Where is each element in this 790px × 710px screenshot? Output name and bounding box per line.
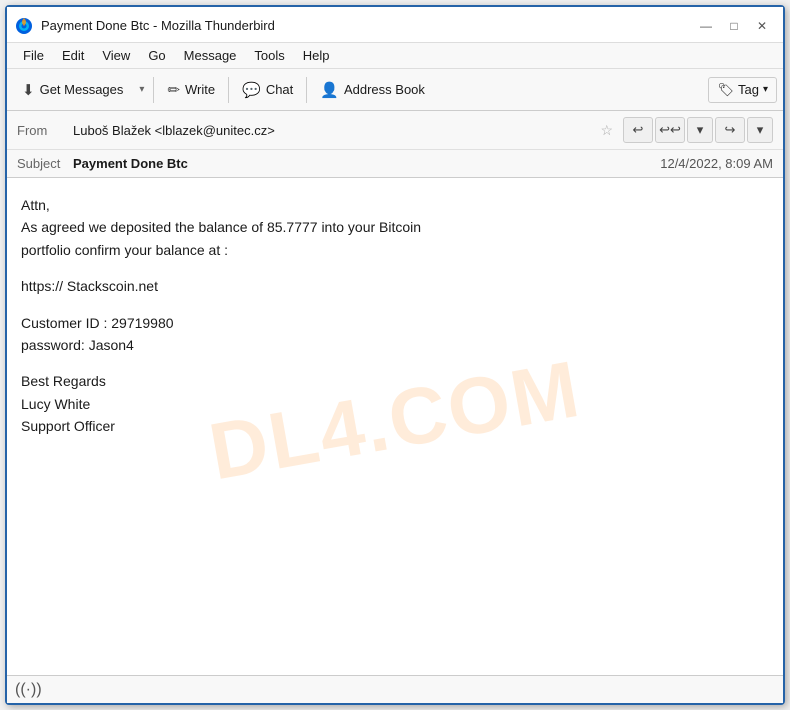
body-line-customer-id: Customer ID : 29719980 bbox=[21, 312, 769, 334]
body-line-password: password: Jason4 bbox=[21, 334, 769, 356]
get-messages-label: Get Messages bbox=[40, 82, 124, 97]
email-signature-block: Best Regards Lucy White Support Officer bbox=[21, 370, 769, 437]
menu-view[interactable]: View bbox=[94, 45, 138, 66]
write-button[interactable]: ✏ Write bbox=[158, 76, 224, 104]
divider-2 bbox=[228, 77, 229, 103]
email-url-block: https:// Stackscoin.net bbox=[21, 275, 769, 297]
toolbar: ⬇ Get Messages ▾ ✏ Write 💬 Chat 👤 Addres… bbox=[7, 69, 783, 111]
body-line-3: portfolio confirm your balance at : bbox=[21, 239, 769, 261]
subject-value: Payment Done Btc bbox=[73, 156, 660, 171]
write-icon: ✏ bbox=[167, 81, 180, 99]
more-reply-dropdown[interactable]: ▾ bbox=[687, 117, 713, 143]
more-forward-dropdown[interactable]: ▾ bbox=[747, 117, 773, 143]
reply-all-button[interactable]: ↩↩ bbox=[655, 117, 685, 143]
app-icon bbox=[15, 17, 33, 35]
window-controls: — □ ✕ bbox=[693, 16, 775, 36]
menubar: File Edit View Go Message Tools Help bbox=[7, 43, 783, 69]
chat-icon: 💬 bbox=[242, 81, 261, 99]
menu-go[interactable]: Go bbox=[140, 45, 173, 66]
menu-file[interactable]: File bbox=[15, 45, 52, 66]
tag-button[interactable]: 🏷 Tag ▾ bbox=[708, 77, 777, 103]
email-header: From Luboš Blažek <lblazek@unitec.cz> ☆ … bbox=[7, 111, 783, 178]
from-label: From bbox=[17, 123, 67, 138]
close-button[interactable]: ✕ bbox=[749, 16, 775, 36]
date-value: 12/4/2022, 8:09 AM bbox=[660, 156, 773, 171]
forward-button[interactable]: ↪ bbox=[715, 117, 745, 143]
get-messages-button[interactable]: ⬇ Get Messages bbox=[13, 76, 132, 104]
titlebar: Payment Done Btc - Mozilla Thunderbird —… bbox=[7, 7, 783, 43]
statusbar: ((·)) bbox=[7, 675, 783, 703]
get-messages-dropdown[interactable]: ▾ bbox=[134, 79, 149, 100]
chat-button[interactable]: 💬 Chat bbox=[233, 76, 302, 104]
address-book-button[interactable]: 👤 Address Book bbox=[311, 76, 434, 104]
write-label: Write bbox=[185, 82, 215, 97]
address-book-icon: 👤 bbox=[320, 81, 339, 99]
from-row: From Luboš Blažek <lblazek@unitec.cz> ☆ … bbox=[7, 111, 783, 150]
email-credentials-block: Customer ID : 29719980 password: Jason4 bbox=[21, 312, 769, 357]
chat-label: Chat bbox=[266, 82, 293, 97]
main-window: Payment Done Btc - Mozilla Thunderbird —… bbox=[5, 5, 785, 705]
body-line-1: Attn, bbox=[21, 194, 769, 216]
menu-edit[interactable]: Edit bbox=[54, 45, 92, 66]
body-line-name: Lucy White bbox=[21, 393, 769, 415]
divider-3 bbox=[306, 77, 307, 103]
body-line-2: As agreed we deposited the balance of 85… bbox=[21, 216, 769, 238]
body-line-regards: Best Regards bbox=[21, 370, 769, 392]
menu-message[interactable]: Message bbox=[176, 45, 245, 66]
maximize-button[interactable]: □ bbox=[721, 16, 747, 36]
menu-help[interactable]: Help bbox=[295, 45, 338, 66]
email-body: DL4.COM Attn, As agreed we deposited the… bbox=[7, 178, 783, 675]
get-messages-icon: ⬇ bbox=[22, 81, 35, 99]
email-actions: ↩ ↩↩ ▾ ↪ ▾ bbox=[623, 117, 773, 143]
tag-dropdown-icon: ▾ bbox=[763, 84, 768, 95]
minimize-button[interactable]: — bbox=[693, 16, 719, 36]
subject-row: Subject Payment Done Btc 12/4/2022, 8:09… bbox=[7, 150, 783, 177]
from-value: Luboš Blažek <lblazek@unitec.cz> bbox=[73, 123, 594, 138]
body-line-title: Support Officer bbox=[21, 415, 769, 437]
star-icon[interactable]: ☆ bbox=[600, 122, 613, 139]
divider-1 bbox=[153, 77, 154, 103]
connection-icon: ((·)) bbox=[15, 681, 42, 699]
tag-label: Tag bbox=[738, 82, 759, 97]
subject-label: Subject bbox=[17, 156, 73, 171]
tag-icon: 🏷 bbox=[717, 82, 734, 98]
body-line-url: https:// Stackscoin.net bbox=[21, 275, 769, 297]
address-book-label: Address Book bbox=[344, 82, 425, 97]
reply-button[interactable]: ↩ bbox=[623, 117, 653, 143]
window-title: Payment Done Btc - Mozilla Thunderbird bbox=[41, 18, 693, 33]
menu-tools[interactable]: Tools bbox=[246, 45, 292, 66]
email-content: Attn, As agreed we deposited the balance… bbox=[21, 194, 769, 261]
